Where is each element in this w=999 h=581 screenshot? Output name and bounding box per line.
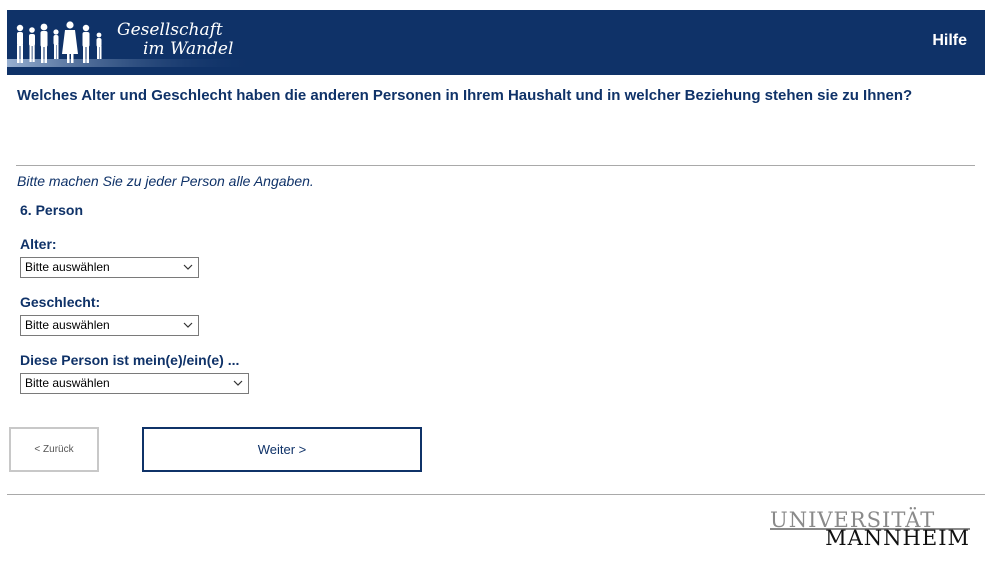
gender-select[interactable]: Bitte auswählen [20, 315, 199, 336]
instruction-text: Bitte machen Sie zu jeder Person alle An… [17, 173, 314, 189]
person-heading: 6. Person [20, 202, 84, 218]
relationship-label: Diese Person ist mein(e)/ein(e) ... [20, 352, 240, 368]
relationship-select-value: Bitte auswählen [25, 376, 110, 390]
gender-label: Geschlecht: [20, 294, 101, 310]
logo-word-2: MANNHEIM [825, 526, 970, 550]
brand-title: Gesellschaft im Wandel [115, 21, 233, 59]
university-logo: UNIVERSITÄT MANNHEIM [770, 508, 970, 550]
gender-select-value: Bitte auswählen [25, 318, 110, 332]
age-label: Alter: [20, 236, 57, 252]
age-select-value: Bitte auswählen [25, 260, 110, 274]
age-select[interactable]: Bitte auswählen [20, 257, 199, 278]
relationship-select[interactable]: Bitte auswählen [20, 373, 249, 394]
chevron-down-icon [183, 322, 193, 328]
chevron-down-icon [183, 264, 193, 270]
divider-bottom [7, 494, 985, 495]
brand-line-2: im Wandel [143, 39, 234, 59]
next-button[interactable]: Weiter > [142, 427, 422, 472]
brand-line-1: Gesellschaft [117, 20, 223, 40]
divider-top [16, 165, 975, 166]
survey-page: Gesellschaft im Wandel Hilfe Welches Alt… [0, 0, 999, 581]
question-text: Welches Alter und Geschlecht haben die a… [17, 87, 913, 104]
chevron-down-icon [233, 380, 243, 386]
back-button[interactable]: < Zurück [9, 427, 99, 472]
help-link[interactable]: Hilfe [932, 32, 967, 50]
header-banner: Gesellschaft im Wandel Hilfe [7, 10, 985, 75]
